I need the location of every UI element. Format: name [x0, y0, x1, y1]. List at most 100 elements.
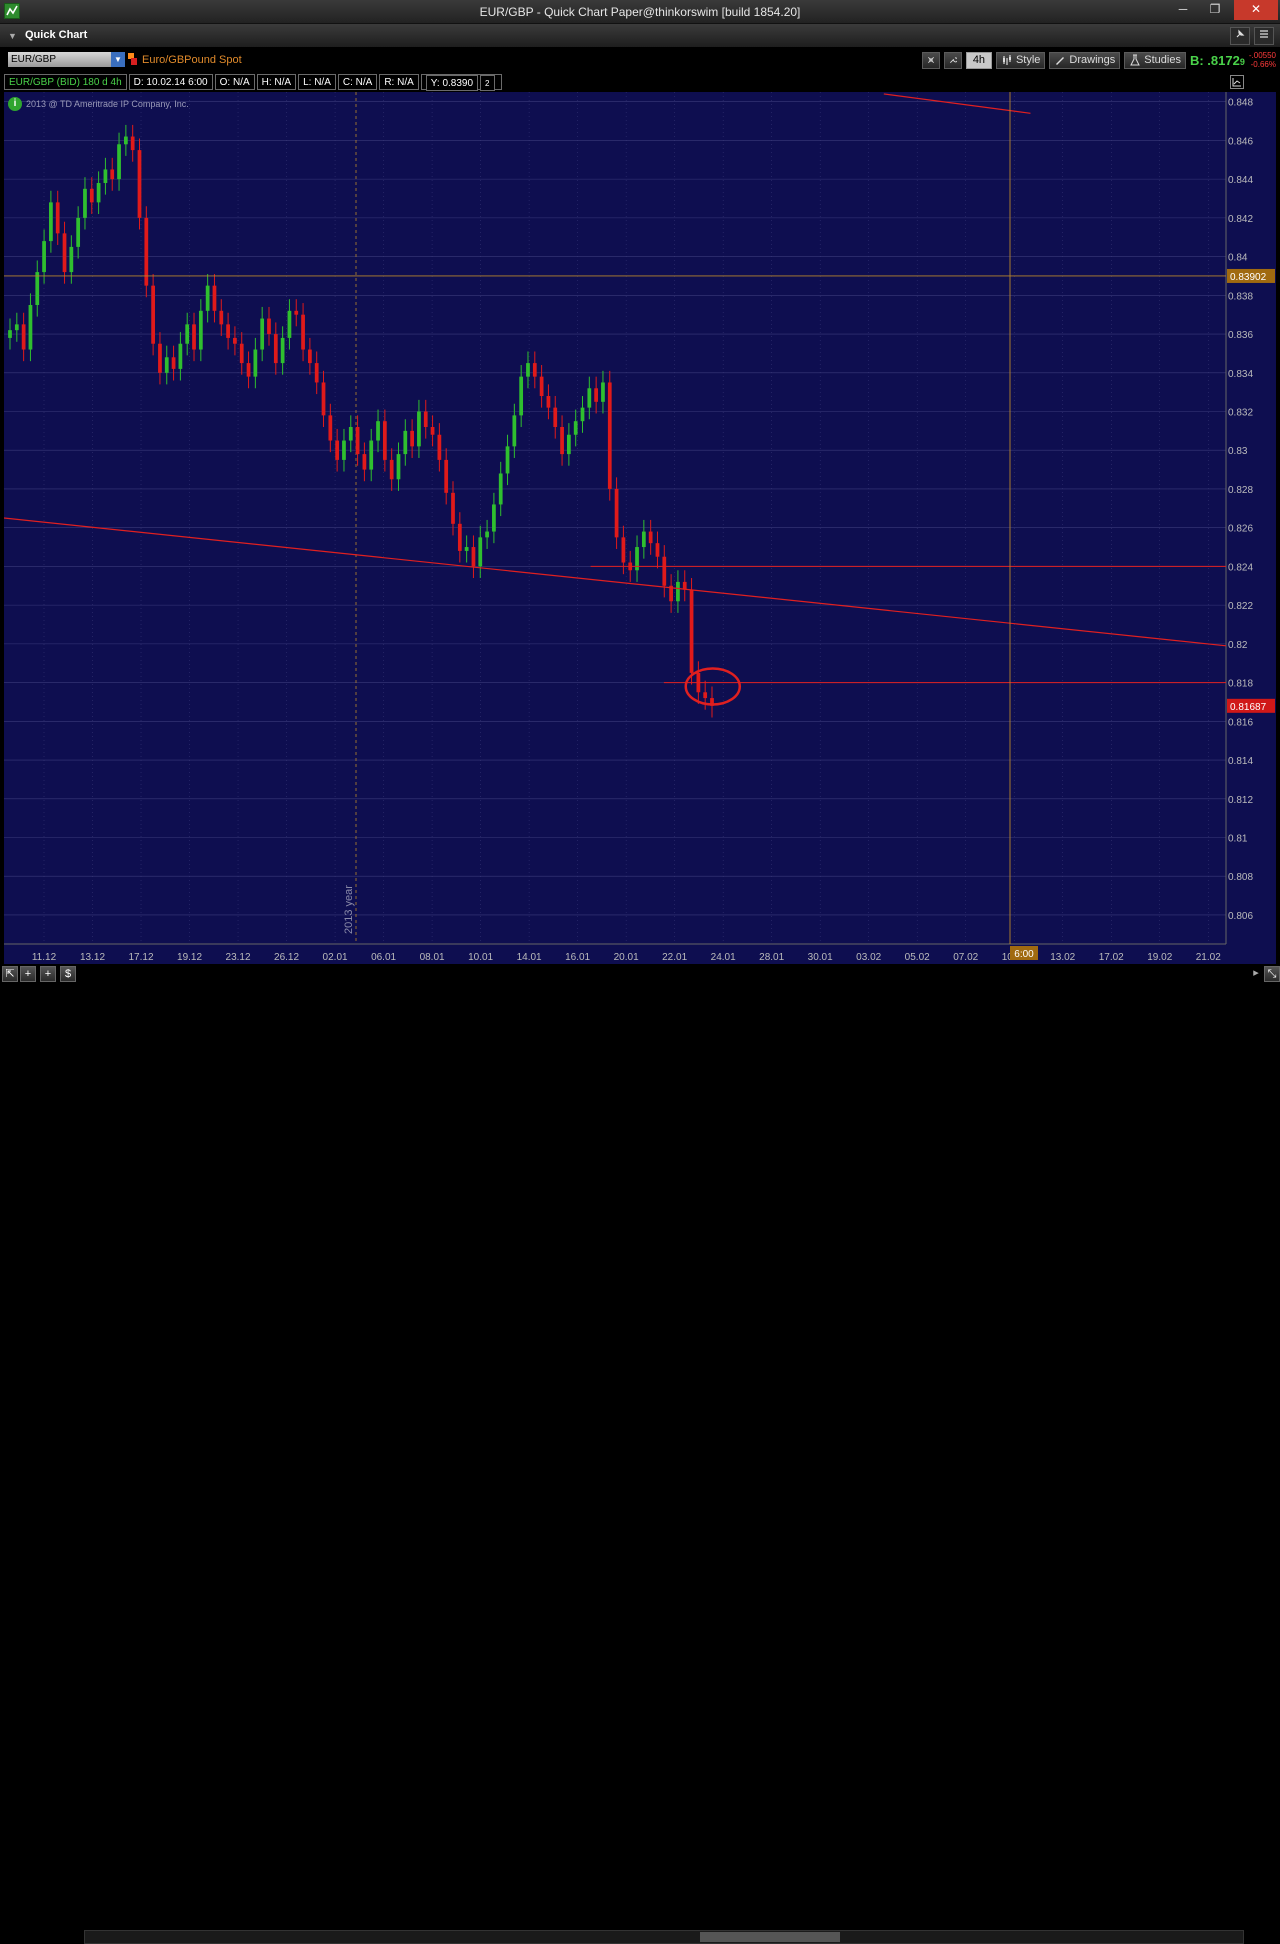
- y-tick-label: 0.834: [1228, 369, 1253, 380]
- y-tick-label: 0.838: [1228, 291, 1253, 302]
- candle-body: [464, 547, 469, 551]
- drawings-button[interactable]: Drawings: [1049, 51, 1121, 69]
- candle-body: [308, 349, 312, 364]
- candle-body: [457, 523, 462, 551]
- drawings-label: Drawings: [1069, 53, 1116, 66]
- candles-icon: [1002, 55, 1011, 65]
- y-tick-label: 0.828: [1228, 485, 1253, 496]
- range-value: R: N/A: [379, 74, 419, 90]
- y-tick-label: 0.84: [1228, 253, 1248, 264]
- candle-body: [158, 343, 162, 373]
- candle-body: [192, 324, 196, 350]
- studies-button[interactable]: Studies: [1124, 51, 1186, 69]
- x-tick-label: 02.01: [323, 952, 348, 963]
- y-tick-label: 0.816: [1228, 717, 1253, 728]
- candle-body: [287, 310, 292, 338]
- candle-body: [14, 324, 19, 331]
- window-titlebar: EUR/GBP - Quick Chart Paper@thinkorswim …: [0, 0, 1280, 24]
- scrollbar-thumb[interactable]: [700, 1932, 840, 1942]
- candle-body: [246, 363, 251, 377]
- candle-body: [42, 241, 46, 273]
- candle-body: [382, 421, 387, 460]
- maximize-button[interactable]: ❐: [1202, 0, 1228, 20]
- candle-body: [280, 337, 285, 364]
- symbol-input[interactable]: EUR/GBP: [8, 52, 111, 67]
- x-tick-label: 16.01: [565, 952, 590, 963]
- copyright-notice: i 2013 @ TD Ameritrade IP Company, Inc.: [8, 97, 189, 111]
- candle-body: [703, 692, 708, 699]
- candle-body: [648, 531, 653, 544]
- wrench-icon[interactable]: [943, 51, 962, 69]
- candle-body: [369, 440, 374, 470]
- zoom-out-icon[interactable]: +: [40, 966, 56, 982]
- y-tick-label: 0.826: [1228, 524, 1253, 535]
- collapse-chevron-icon[interactable]: ▼: [8, 31, 17, 41]
- time-scrollbar[interactable]: [84, 1930, 1244, 1944]
- last-price-label: 0.81687: [1230, 702, 1267, 713]
- aggregation-button[interactable]: 4h: [965, 51, 992, 69]
- candle-body: [212, 285, 217, 311]
- candle-body: [198, 310, 203, 350]
- candle-body: [676, 581, 680, 602]
- candle-body: [89, 188, 94, 203]
- candle-body: [621, 537, 626, 563]
- flask-icon: [1130, 54, 1141, 66]
- style-button[interactable]: Style: [995, 51, 1046, 69]
- candle-body: [492, 504, 496, 532]
- price-chart[interactable]: 0.848 0.846 0.844 0.842 0.84 0.838 0.836 0.834 0…: [3, 92, 1276, 964]
- info-icon[interactable]: i: [8, 97, 22, 111]
- candle-body: [260, 318, 265, 350]
- x-tick-label: 03.02: [856, 952, 881, 963]
- price-change-pct: -0.66%: [1250, 60, 1276, 69]
- panel-header: ▼ Quick Chart: [0, 24, 1280, 48]
- candle-body: [403, 430, 408, 455]
- close-button[interactable]: ✕: [1234, 0, 1278, 20]
- symbol-dropdown-icon[interactable]: ▼: [111, 52, 125, 67]
- chart-infobar: EUR/GBP (BID) 180 d 4h D: 10.02.14 6:00 …: [4, 74, 504, 91]
- candle-body: [444, 459, 449, 493]
- price-scale-icon[interactable]: $: [60, 966, 76, 982]
- y-tick-label: 0.824: [1228, 562, 1253, 573]
- candle-body: [294, 310, 299, 315]
- y-tick-label: 0.806: [1228, 911, 1253, 922]
- y-tick-label: 0.844: [1228, 175, 1253, 186]
- x-tick-label: 13.02: [1050, 952, 1075, 963]
- scroll-right-icon[interactable]: ▸: [1248, 966, 1264, 982]
- y-tick-label: 0.81: [1228, 834, 1248, 845]
- minimize-button[interactable]: ─: [1170, 0, 1196, 20]
- price-change-abs: -.00550: [1248, 51, 1276, 60]
- candle-body: [396, 454, 401, 480]
- candle-body: [417, 411, 421, 447]
- y-tick-label: 0.818: [1228, 679, 1253, 690]
- candle-body: [171, 357, 176, 369]
- year-marker-label: 2013 year: [343, 885, 355, 934]
- candle-body: [226, 324, 230, 338]
- menu-icon[interactable]: [1254, 27, 1274, 45]
- candle-body: [76, 217, 81, 247]
- chart-settings-icon[interactable]: [1230, 75, 1244, 89]
- candle-body: [151, 285, 156, 344]
- candle-body: [526, 363, 530, 377]
- toolbar-actions: 4h Style Drawings Studies B: .81729 -.00…: [921, 51, 1280, 69]
- x-tick-label: 08.01: [420, 952, 445, 963]
- forex-flag-icon: [128, 53, 137, 65]
- cursor-icon[interactable]: ⇱: [2, 966, 18, 982]
- high-value: H: N/A: [256, 74, 297, 90]
- candle-body: [55, 202, 60, 234]
- pin-icon[interactable]: [1230, 27, 1250, 45]
- candle-body: [144, 217, 149, 286]
- candle-body: [560, 426, 564, 455]
- expand-icon[interactable]: ⤡: [1264, 966, 1280, 982]
- crosshair-time-label: 6:00: [1014, 949, 1034, 960]
- zoom-icon[interactable]: [921, 51, 940, 69]
- candle-body: [335, 440, 340, 460]
- candle-body: [35, 272, 40, 305]
- candle-body: [553, 407, 558, 427]
- candle-body: [185, 324, 190, 344]
- zoom-in-icon[interactable]: +: [20, 966, 36, 982]
- chart-area[interactable]: 0.848 0.846 0.844 0.842 0.84 0.838 0.836 0.834 0…: [3, 92, 1276, 964]
- instrument-label[interactable]: EUR/GBP (BID) 180 d 4h: [4, 74, 127, 90]
- y-tick-label: 0.808: [1228, 872, 1253, 883]
- y-value: Y: 0.8390 2: [420, 74, 502, 91]
- y-tick-label: 0.82: [1228, 640, 1248, 651]
